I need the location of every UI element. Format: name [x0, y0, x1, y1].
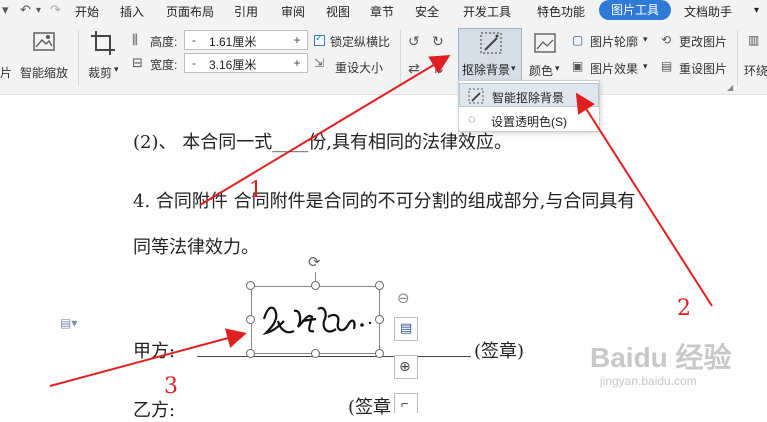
watermark-brand: Baidu 经验	[590, 342, 732, 373]
arrow-3	[49, 328, 247, 387]
annotation-number-1: 1	[249, 178, 263, 203]
annotation-number-3: 3	[164, 374, 178, 399]
arrow-2	[575, 92, 713, 307]
watermark-url: jingyan.baidu.com	[600, 374, 697, 388]
arrow-1	[199, 54, 451, 206]
annotation-number-2: 2	[677, 296, 691, 321]
